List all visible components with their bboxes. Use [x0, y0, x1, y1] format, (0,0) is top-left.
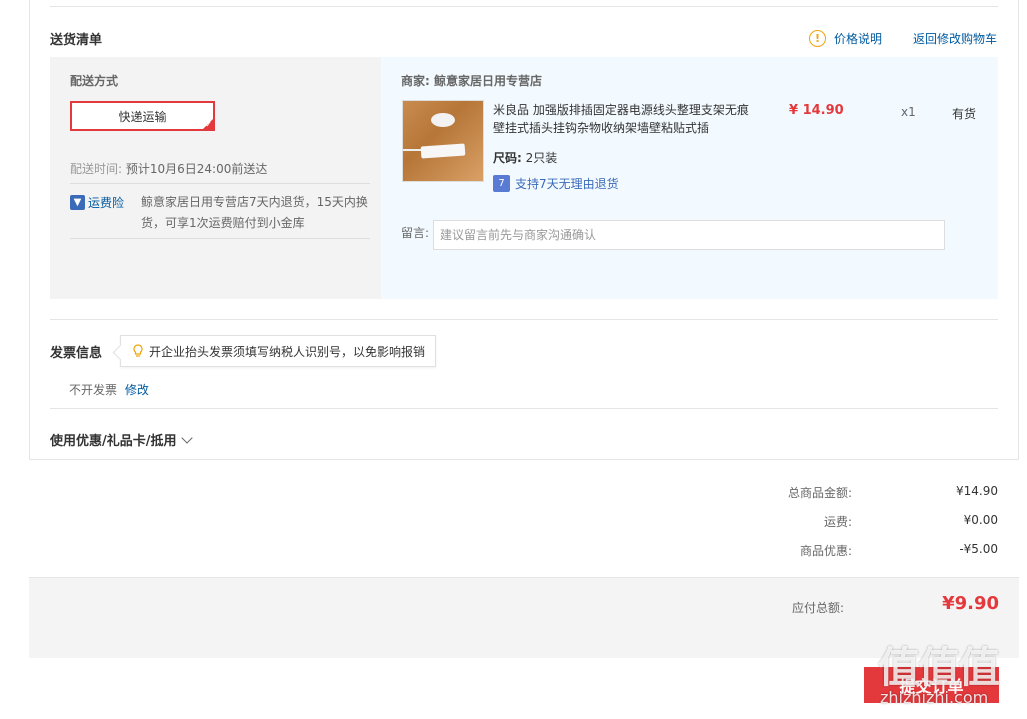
product-size: 尺码: 2只装: [493, 149, 557, 166]
merchant-label: 商家:: [401, 74, 430, 88]
shipping-insurance-label: 运费险: [88, 196, 125, 210]
summary-value: ¥0.00: [963, 513, 998, 527]
delivery-time-label: 配送时间:: [70, 162, 123, 176]
delivery-time: 配送时间: 预计10月6日24:00前送达: [70, 160, 267, 177]
invoice-edit-link[interactable]: 修改: [125, 383, 149, 397]
invoice-value-text: 不开发票: [69, 383, 118, 397]
product-name[interactable]: 米良品 加强版排插固定器电源线头整理支架无痕壁挂式插头挂钩杂物收纳架墙壁粘贴式插: [493, 101, 753, 137]
coupon-toggle[interactable]: 使用优惠/礼品卡/抵用: [50, 430, 193, 449]
summary-value: ¥14.90: [956, 484, 998, 498]
return-policy: 7 支持7天无理由退货: [493, 175, 619, 192]
delivery-section-title: 送货清单: [50, 33, 103, 48]
invoice-tip: 开企业抬头发票须填写纳税人识别号，以免影响报销: [120, 335, 437, 367]
summary-label: 总商品金额:: [787, 486, 852, 500]
summary-value: -¥5.00: [959, 542, 998, 556]
remark-label: 留言:: [401, 226, 430, 240]
stock-status: 有货: [952, 107, 977, 121]
invoice-section-title: 发票信息: [50, 346, 103, 361]
lightbulb-icon: [131, 344, 145, 358]
total-amount: ¥9.90: [942, 593, 999, 614]
delivery-time-value: 预计10月6日24:00前送达: [125, 162, 268, 176]
invoice-value: 不开发票 修改: [69, 381, 149, 398]
divider: [50, 6, 998, 7]
product-quantity: x1: [901, 105, 916, 119]
merchant: 商家: 鲸意家居日用专营店: [401, 72, 542, 89]
payment-total-bar: 应付总额: ¥9.90: [29, 577, 1019, 658]
summary-label: 商品优惠:: [799, 544, 852, 558]
shipping-method-label: 配送方式: [70, 74, 119, 88]
divider: [50, 319, 998, 320]
express-shipping-label: 快递运输: [118, 109, 167, 124]
shipping-insurance-badge[interactable]: ▼ 运费险: [70, 194, 124, 211]
price-note-label: 价格说明: [834, 32, 883, 46]
back-to-cart-link[interactable]: 返回修改购物车: [913, 30, 997, 47]
summary-row: 商品优惠: -¥5.00: [698, 542, 998, 558]
invoice-tip-text: 开企业抬头发票须填写纳税人识别号，以免影响报销: [149, 344, 426, 359]
divider: [70, 183, 370, 184]
exclamation-icon: !: [809, 30, 826, 47]
coupon-label: 使用优惠/礼品卡/抵用: [50, 434, 177, 449]
submit-order-button[interactable]: 提交订单: [864, 667, 999, 703]
express-shipping-option[interactable]: 快递运输 ✓: [70, 101, 215, 131]
summary-row: 运费: ¥0.00: [698, 513, 998, 529]
return-policy-label: 支持7天无理由退货: [515, 177, 619, 191]
product-size-label: 尺码:: [493, 151, 522, 165]
product-price: ¥ 14.90: [789, 103, 844, 118]
summary-label: 运费:: [823, 515, 852, 529]
product-image[interactable]: [402, 100, 484, 182]
product-size-value: 2只装: [525, 151, 558, 165]
shipping-panel: 配送方式 快递运输 ✓ 配送时间: 预计10月6日24:00前送达 ▼ 运费险 …: [50, 57, 381, 299]
total-label: 应付总额:: [791, 601, 844, 615]
price-note-link[interactable]: ! 价格说明: [809, 30, 882, 47]
divider: [70, 238, 370, 239]
product-panel: 商家: 鲸意家居日用专营店 米良品 加强版排插固定器电源线头整理支架无痕壁挂式插…: [381, 57, 998, 299]
summary-row: 总商品金额: ¥14.90: [698, 484, 998, 500]
check-icon: ✓: [205, 120, 212, 129]
remark-input[interactable]: [433, 220, 945, 250]
divider: [50, 408, 998, 409]
return-7day-icon: 7: [493, 175, 510, 192]
shipping-insurance-text: 鲸意家居日用专营店7天内退货，15天内换货，可享1次运费赔付到小金库: [141, 195, 368, 230]
shield-icon: ▼: [70, 195, 85, 210]
chevron-down-icon: [180, 431, 193, 444]
merchant-name: 鲸意家居日用专营店: [434, 74, 543, 88]
